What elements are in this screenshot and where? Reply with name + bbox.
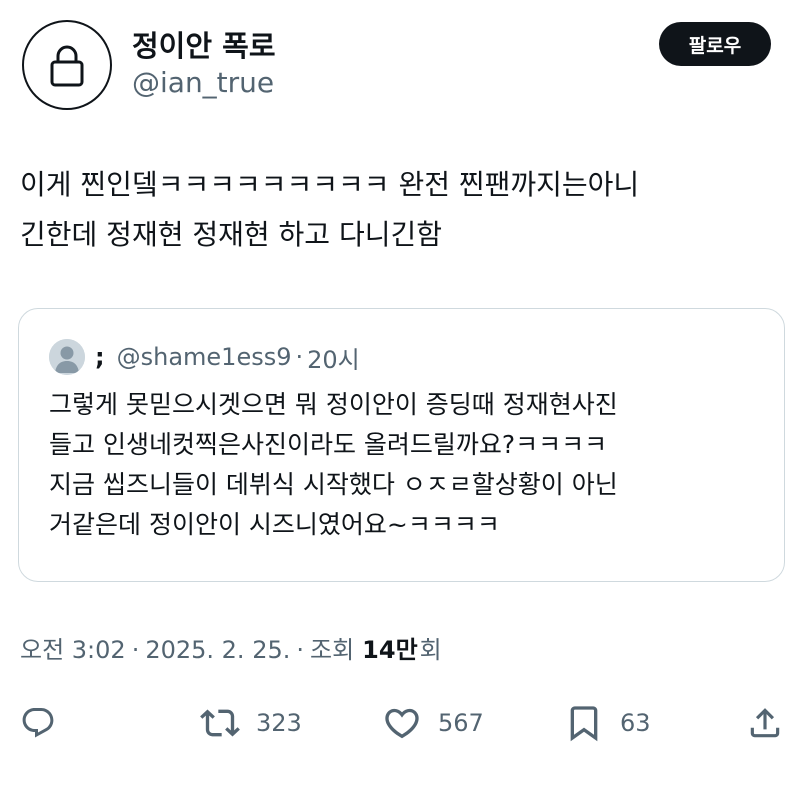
quoted-tweet[interactable]: ; @shame1ess9 · 20시 그렇게 못믿으시겟으면 뭐 정이안이 증…: [18, 308, 785, 582]
tweet-header: 정이안 폭로 @ian_true 팔로우: [20, 18, 783, 114]
bookmark-button[interactable]: 63: [564, 698, 651, 748]
bookmark-icon: [564, 703, 604, 743]
meta-separator: ·: [296, 636, 304, 664]
reply-button[interactable]: [20, 698, 56, 748]
retweet-icon: [200, 703, 240, 743]
default-profile-icon: [49, 339, 85, 375]
tweet-meta: 오전 3:02 · 2025. 2. 25. · 조회 14만 회: [20, 630, 442, 665]
heart-icon: [382, 703, 422, 743]
retweet-count: 323: [256, 709, 302, 737]
quote-author-name[interactable]: ;: [95, 343, 105, 371]
tweet-date[interactable]: 2025. 2. 25.: [145, 636, 290, 664]
views-count[interactable]: 14만: [362, 630, 417, 665]
follow-button[interactable]: 팔로우: [659, 22, 771, 66]
quote-separator: ·: [295, 343, 304, 371]
share-button[interactable]: [746, 698, 784, 748]
retweet-button[interactable]: 323: [200, 698, 302, 748]
action-bar: 323 567 63: [0, 698, 803, 748]
tweet-text: 이게 찐인뎈ㅋㅋㅋㅋㅋㅋㅋㅋㅋ 완전 찐팬까지는아니 긴한데 정재현 정재현 하…: [20, 168, 640, 251]
meta-separator: ·: [131, 636, 140, 664]
views-suffix: 회: [419, 636, 442, 664]
quote-header: ; @shame1ess9 · 20시: [95, 339, 360, 375]
bookmark-count: 63: [620, 709, 651, 737]
share-icon: [746, 704, 784, 742]
author-handle[interactable]: @ian_true: [132, 66, 274, 99]
views-label: 조회: [310, 636, 355, 664]
quote-author-handle[interactable]: @shame1ess9: [117, 343, 292, 371]
tweet-time[interactable]: 오전 3:02: [20, 630, 126, 665]
quote-time[interactable]: 20시: [307, 340, 360, 375]
like-button[interactable]: 567: [382, 698, 484, 748]
quote-text: 그렇게 못믿으시겟으면 뭐 정이안이 증딩때 정재현사진 들고 인생네컷찍은사진…: [49, 390, 618, 539]
reply-icon: [20, 705, 56, 741]
like-count: 567: [438, 709, 484, 737]
author-display-name[interactable]: 정이안 폭로: [132, 23, 276, 65]
quote-avatar[interactable]: [49, 339, 85, 375]
avatar[interactable]: [22, 20, 112, 110]
lock-icon: [47, 43, 87, 87]
